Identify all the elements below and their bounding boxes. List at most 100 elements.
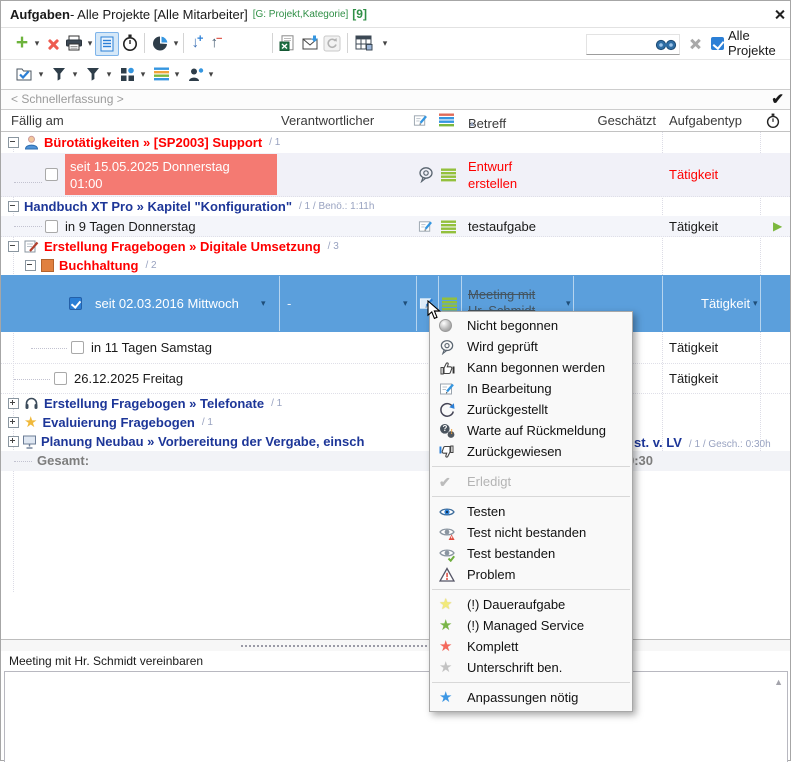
group-row-handbuch[interactable]: Handbuch XT Pro » Kapitel "Konfiguration…	[1, 197, 790, 216]
group-row-buerotaetigkeiten[interactable]: Bürotätigkeiten » [SP2003] Support / 1	[1, 132, 790, 153]
report-view-button[interactable]	[95, 32, 119, 56]
col-due[interactable]: Fällig am	[11, 113, 64, 129]
collapse-icon[interactable]	[8, 201, 19, 212]
menu-item-testen[interactable]: Testen	[430, 501, 632, 522]
filter2-dropdown[interactable]: ▾	[105, 63, 113, 85]
task-row-entwurf[interactable]: seit 15.05.2025 Donnerstag 01:00 Entwurf…	[1, 153, 790, 197]
type-cell[interactable]: Tätigkeit	[669, 332, 718, 364]
status-inprogress-icon[interactable]	[418, 219, 433, 239]
menu-item-warte-auf-rueckmeldung[interactable]: ?!Warte auf Rückmeldung	[430, 420, 632, 441]
menu-item-nicht-begonnen[interactable]: Nicht begonnen	[430, 315, 632, 336]
table-view-dropdown[interactable]: ▾	[381, 32, 389, 54]
table-view-button[interactable]	[354, 32, 374, 54]
expand-icon[interactable]	[8, 398, 19, 409]
status-review-icon[interactable]	[418, 166, 434, 188]
binoculars-icon[interactable]	[655, 38, 677, 51]
subject-cell[interactable]: Entwurf erstellen	[468, 158, 517, 192]
email-button[interactable]	[301, 32, 319, 54]
print-button[interactable]	[64, 32, 84, 54]
subject-cell[interactable]: testaufgabe	[468, 216, 536, 237]
task-row-selected-meeting[interactable]: seit 02.03.2016 Mittwoch ▾ - ▾ Meeting m…	[1, 275, 790, 332]
clear-search-button[interactable]	[686, 32, 702, 54]
view-lines-dropdown[interactable]: ▾	[173, 63, 181, 85]
priority-green-icon[interactable]	[441, 168, 456, 187]
menu-item-wird-geprueft[interactable]: Wird geprüft	[430, 336, 632, 357]
responsible-cell[interactable]: -	[287, 275, 291, 332]
menu-item-problem[interactable]: Problem	[430, 564, 632, 585]
menu-item-managed-service[interactable]: ★(!) Managed Service	[430, 615, 632, 636]
grouping-button[interactable]	[119, 63, 136, 85]
group-row-evaluierung[interactable]: ★ Evaluierung Fragebogen / 1	[1, 413, 790, 432]
start-timer-icon[interactable]: ▶	[773, 216, 782, 237]
type-cell[interactable]: Tätigkeit	[669, 364, 718, 394]
collapse-icon[interactable]	[25, 260, 36, 271]
group-row-buchhaltung[interactable]: Buchhaltung / 2	[1, 256, 790, 275]
due-dropdown-icon[interactable]: ▾	[261, 275, 266, 332]
col-priority[interactable]	[439, 113, 454, 131]
menu-item-daueraufgabe[interactable]: ★(!) Daueraufgabe	[430, 594, 632, 615]
view-lines-button[interactable]	[153, 63, 170, 85]
scroll-up-icon[interactable]: ▲	[774, 677, 783, 687]
expand-icon[interactable]	[8, 417, 19, 428]
resources-dropdown[interactable]: ▾	[207, 63, 215, 85]
group-row-fragebogen-digital[interactable]: Erstellung Fragebogen » Digitale Umsetzu…	[1, 237, 790, 256]
menu-item-kann-begonnen-werden[interactable]: Kann begonnen werden	[430, 357, 632, 378]
task-checkbox[interactable]	[45, 220, 58, 233]
task-row-in11tagen[interactable]: in 11 Tagen Samstag Tätigkeit	[1, 332, 790, 364]
timer-button[interactable]	[121, 32, 139, 54]
collapse-icon[interactable]	[8, 137, 19, 148]
due-cell[interactable]: in 11 Tagen Samstag	[91, 332, 212, 364]
task-checkbox-checked[interactable]	[69, 297, 82, 310]
sort-remove-button[interactable]: ↑−	[208, 32, 225, 54]
add-task-dropdown[interactable]: ▾	[33, 32, 41, 54]
filter2-button[interactable]	[85, 63, 101, 85]
menu-item-unterschrift[interactable]: ★Unterschrift ben.	[430, 657, 632, 678]
menu-item-zurueckgestellt[interactable]: Zurückgestellt	[430, 399, 632, 420]
filter-button[interactable]	[51, 63, 67, 85]
type-cell[interactable]: Tätigkeit	[701, 275, 750, 332]
print-dropdown[interactable]: ▾	[86, 32, 94, 54]
filter-dropdown[interactable]: ▾	[71, 63, 79, 85]
due-cell[interactable]: in 9 Tagen Donnerstag	[65, 216, 196, 237]
resources-button[interactable]	[187, 63, 205, 85]
col-timer[interactable]	[766, 113, 780, 133]
task-checkbox[interactable]	[71, 341, 84, 354]
chart-dropdown[interactable]: ▾	[172, 32, 180, 54]
task-row-26dez[interactable]: 26.12.2025 Freitag Tätigkeit	[1, 364, 790, 394]
close-icon[interactable]	[774, 9, 785, 20]
menu-item-test-bestanden[interactable]: Test bestanden	[430, 543, 632, 564]
group-row-planung-neubau[interactable]: Planung Neubau » Vorbereitung der Vergab…	[1, 432, 790, 451]
menu-item-zurueckgewiesen[interactable]: Zurückgewiesen	[430, 441, 632, 462]
quick-entry-row[interactable]: < Schnellerfassung > ✔	[1, 89, 790, 110]
all-projects-checkbox[interactable]	[710, 32, 724, 54]
project-select-dropdown[interactable]: ▾	[37, 63, 45, 85]
col-responsible[interactable]: Verantwortlicher	[281, 113, 374, 129]
task-checkbox[interactable]	[54, 372, 67, 385]
grouping-dropdown[interactable]: ▾	[139, 63, 147, 85]
menu-item-komplett[interactable]: ★Komplett	[430, 636, 632, 657]
notes-textarea[interactable]	[5, 672, 787, 762]
menu-item-in-bearbeitung[interactable]: In Bearbeitung	[430, 378, 632, 399]
delete-task-button[interactable]	[44, 32, 60, 54]
group-row-telefonate[interactable]: Erstellung Fragebogen » Telefonate / 1	[1, 394, 790, 413]
type-cell[interactable]: Tätigkeit	[669, 153, 718, 197]
menu-item-erledigt[interactable]: ✔Erledigt	[430, 471, 632, 492]
search-input[interactable]	[587, 35, 661, 52]
add-task-button[interactable]: +	[14, 32, 30, 54]
project-select-button[interactable]	[15, 63, 34, 85]
col-estimated[interactable]: Geschätzt	[573, 113, 656, 129]
col-status[interactable]	[413, 113, 428, 132]
confirm-check-icon[interactable]: ✔	[771, 90, 784, 109]
task-checkbox[interactable]	[45, 168, 58, 181]
type-dropdown-icon[interactable]: ▾	[753, 275, 758, 332]
sort-add-button[interactable]: ↓+	[189, 32, 206, 54]
collapse-icon[interactable]	[8, 241, 19, 252]
splitter-grip-icon[interactable]	[241, 645, 431, 647]
expand-icon[interactable]	[8, 436, 19, 447]
col-type[interactable]: Aufgabentyp	[669, 113, 742, 129]
responsible-dropdown-icon[interactable]: ▾	[403, 275, 408, 332]
due-cell[interactable]: seit 02.03.2016 Mittwoch	[95, 275, 239, 332]
menu-item-anpassungen-noetig[interactable]: ★Anpassungen nötig	[430, 687, 632, 708]
menu-item-test-nicht-bestanden[interactable]: Test nicht bestanden	[430, 522, 632, 543]
chart-button[interactable]	[151, 32, 169, 54]
